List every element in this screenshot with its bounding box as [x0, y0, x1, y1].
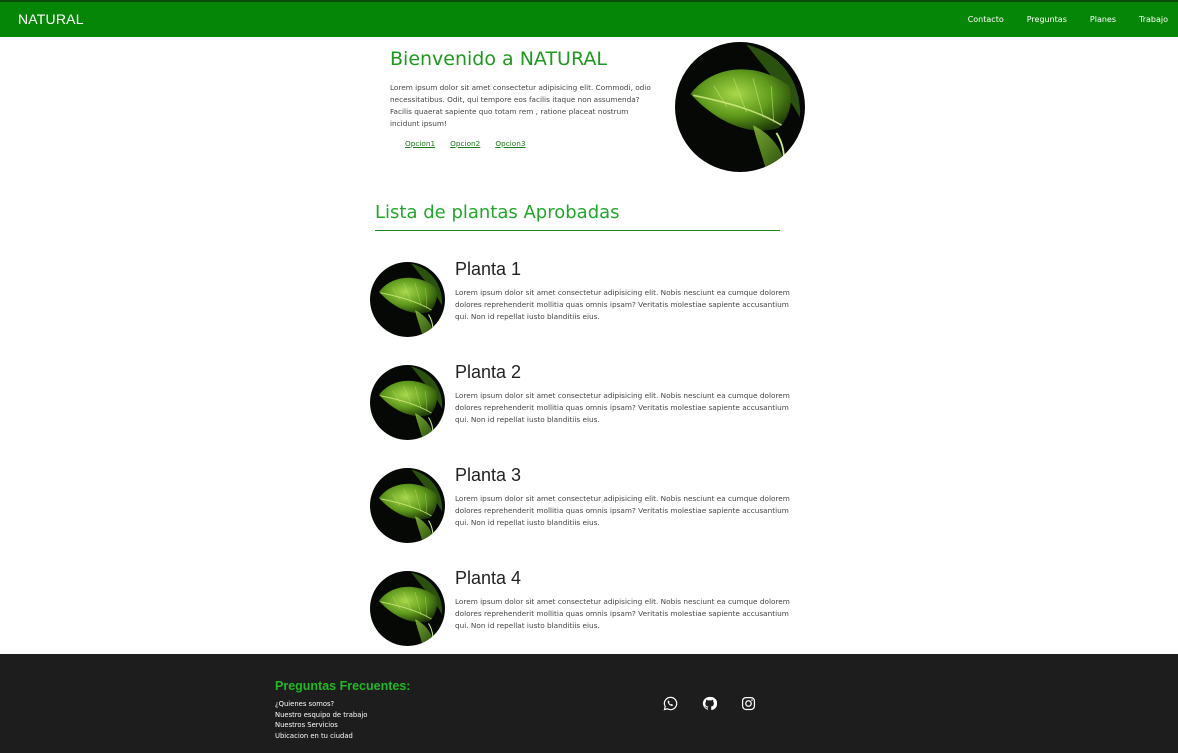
footer-links: ¿Quienes somos? Nuestro esquipo de traba…	[275, 699, 367, 741]
github-icon[interactable]	[702, 696, 717, 711]
nav-link-trabajo[interactable]: Trabajo	[1139, 15, 1168, 24]
plant-image	[370, 365, 445, 440]
footer-link-ubicacion[interactable]: Ubicacion en tu ciudad	[275, 731, 367, 742]
footer: Preguntas Frecuentes: ¿Quienes somos? Nu…	[0, 654, 1178, 753]
plant-image	[370, 262, 445, 337]
plant-image	[370, 571, 445, 646]
list-item: Planta 1 Lorem ipsum dolor sit amet cons…	[370, 259, 800, 342]
whatsapp-icon[interactable]	[663, 696, 678, 711]
navbar: NATURAL Contacto Preguntas Planes Trabaj…	[0, 0, 1178, 37]
nav-link-planes[interactable]: Planes	[1090, 15, 1116, 24]
footer-link-equipo[interactable]: Nuestro esquipo de trabajo	[275, 710, 367, 721]
hero-title: Bienvenido a NATURAL	[390, 48, 607, 70]
plant-name: Planta 3	[455, 465, 522, 485]
hero-link-opcion2[interactable]: Opcion2	[450, 139, 480, 148]
list-item: Planta 3 Lorem ipsum dolor sit amet cons…	[370, 465, 800, 548]
list-title: Lista de plantas Aprobadas	[375, 202, 620, 223]
hero-leaf-image	[675, 42, 805, 172]
footer-link-servicios[interactable]: Nuestros Servicios	[275, 720, 367, 731]
plant-description: Lorem ipsum dolor sit amet consectetur a…	[455, 597, 790, 630]
nav-links: Contacto Preguntas Planes Trabajo	[945, 15, 1168, 24]
list-divider	[375, 230, 780, 231]
footer-link-quienes-somos[interactable]: ¿Quienes somos?	[275, 699, 367, 710]
plant-description: Lorem ipsum dolor sit amet consectetur a…	[455, 391, 790, 424]
footer-title: Preguntas Frecuentes:	[275, 679, 411, 693]
nav-link-contacto[interactable]: Contacto	[968, 15, 1004, 24]
plant-image	[370, 468, 445, 543]
nav-link-preguntas[interactable]: Preguntas	[1027, 15, 1067, 24]
hero-links: Opcion1 Opcion2 Opcion3	[405, 139, 540, 148]
hero-text: Lorem ipsum dolor sit amet consectetur a…	[390, 83, 651, 128]
plant-description: Lorem ipsum dolor sit amet consectetur a…	[455, 288, 790, 321]
hero-link-opcion1[interactable]: Opcion1	[405, 139, 435, 148]
plant-name: Planta 1	[455, 259, 522, 279]
brand-logo[interactable]: NATURAL	[18, 11, 84, 27]
social-icons	[663, 696, 780, 711]
list-item: Planta 4 Lorem ipsum dolor sit amet cons…	[370, 568, 800, 651]
list-item: Planta 2 Lorem ipsum dolor sit amet cons…	[370, 362, 800, 445]
instagram-icon[interactable]	[741, 696, 756, 711]
plant-name: Planta 4	[455, 568, 522, 588]
plant-name: Planta 2	[455, 362, 522, 382]
plant-description: Lorem ipsum dolor sit amet consectetur a…	[455, 494, 790, 527]
hero-link-opcion3[interactable]: Opcion3	[495, 139, 525, 148]
